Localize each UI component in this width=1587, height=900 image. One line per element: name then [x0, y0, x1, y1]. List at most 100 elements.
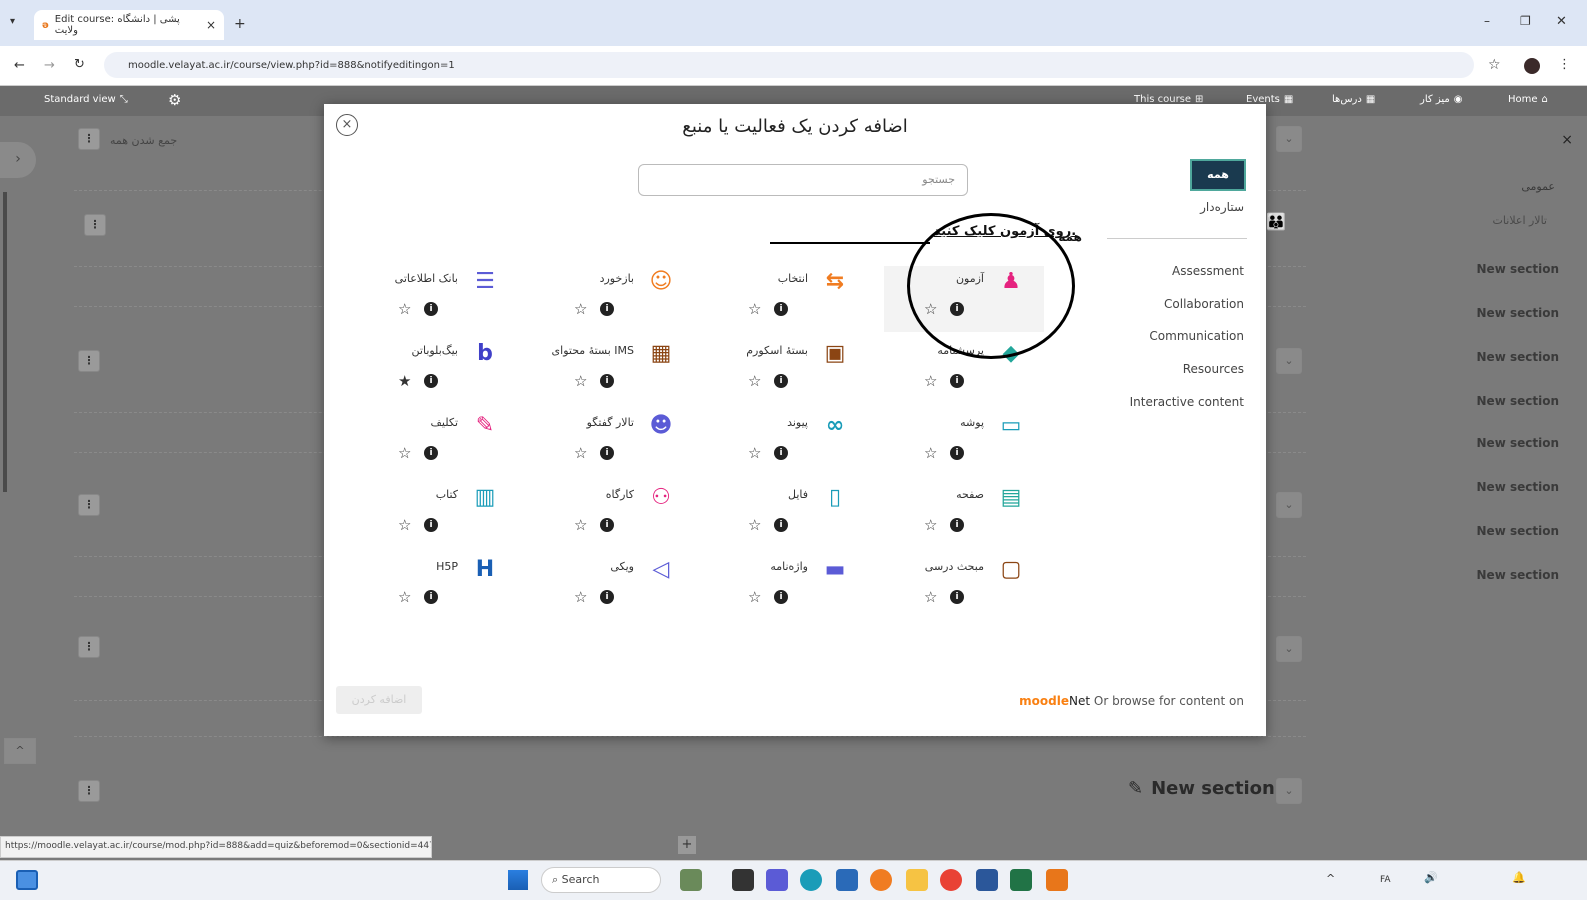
- info-icon[interactable]: i: [950, 518, 964, 532]
- drawer-section-4[interactable]: New section: [1477, 394, 1559, 408]
- section-menu[interactable]: ⋮: [84, 214, 106, 236]
- word-icon[interactable]: [976, 869, 998, 891]
- star-icon[interactable]: ☆: [574, 588, 587, 606]
- moodlenet-link[interactable]: moodleNet Or browse for content on: [1019, 694, 1244, 708]
- star-icon[interactable]: ☆: [398, 300, 411, 318]
- minimize-icon[interactable]: –: [1484, 14, 1490, 28]
- activity-item[interactable]: واژه‌نامه ▬ ☆ i: [708, 554, 868, 620]
- chrome-icon[interactable]: [940, 869, 962, 891]
- activity-item[interactable]: ویکی ◁ ☆ i: [534, 554, 694, 620]
- browser-menu-icon[interactable]: ⋮: [1558, 57, 1571, 72]
- drawer-section-7[interactable]: New section: [1477, 524, 1559, 538]
- drawer-general[interactable]: عمومی: [1521, 180, 1555, 193]
- activity-item[interactable]: کارگاه ⚇ ☆ i: [534, 482, 694, 548]
- info-icon[interactable]: i: [424, 302, 438, 316]
- section-menu[interactable]: ⋮: [78, 350, 100, 372]
- my-courses-link[interactable]: درس‌ها ▦: [1332, 94, 1375, 105]
- tab-starred[interactable]: ستاره‌دار: [1024, 200, 1244, 214]
- section-chevron-icon[interactable]: ⌄: [1276, 492, 1302, 518]
- taskbar-search-input[interactable]: ⌕ Search: [541, 867, 661, 893]
- section-menu[interactable]: ⋮: [78, 494, 100, 516]
- collapse-all-menu[interactable]: ⋮: [78, 128, 100, 150]
- left-scroll-track[interactable]: [3, 192, 7, 492]
- activity-item[interactable]: بازخورد ☺ ☆ i: [534, 266, 694, 332]
- activity-item[interactable]: بستهٔ محتوای IMS ▦ ☆ i: [534, 338, 694, 404]
- taskbar-app-icon[interactable]: [1046, 869, 1068, 891]
- star-icon[interactable]: ☆: [574, 516, 587, 534]
- activity-item[interactable]: تالار گفتگو ☻ ☆ i: [534, 410, 694, 476]
- collapse-all-link[interactable]: جمع شدن همه: [110, 134, 177, 147]
- taskbar-app-icon[interactable]: [732, 869, 754, 891]
- drawer-section-8[interactable]: New section: [1477, 568, 1559, 582]
- activity-item[interactable]: بیگ‌بلوباتن b ★ i: [358, 338, 518, 404]
- new-tab-button[interactable]: +: [234, 16, 246, 32]
- drawer-close-icon[interactable]: ×: [1561, 132, 1573, 148]
- drawer-section-1[interactable]: New section: [1477, 262, 1559, 276]
- taskbar-app-icon[interactable]: [836, 869, 858, 891]
- star-icon[interactable]: ☆: [748, 300, 761, 318]
- add-button[interactable]: اضافه کردن: [336, 686, 422, 714]
- drawer-announcements[interactable]: تالار اعلانات: [1493, 214, 1547, 227]
- star-icon[interactable]: ☆: [924, 588, 937, 606]
- volume-icon[interactable]: 🔊: [1424, 871, 1438, 884]
- info-icon[interactable]: i: [600, 302, 614, 316]
- star-icon[interactable]: ★: [398, 372, 411, 390]
- activity-item[interactable]: H5P H ☆ i: [358, 554, 518, 620]
- activity-item[interactable]: تکلیف ✎ ☆ i: [358, 410, 518, 476]
- section-chevron-icon[interactable]: ⌄: [1276, 126, 1302, 152]
- activity-item[interactable]: پیوند ∞ ☆ i: [708, 410, 868, 476]
- info-icon[interactable]: i: [424, 518, 438, 532]
- activity-search-input[interactable]: جستجو: [638, 164, 968, 196]
- info-icon[interactable]: i: [774, 302, 788, 316]
- activity-item[interactable]: صفحه ▤ ☆ i: [884, 482, 1044, 548]
- section-menu[interactable]: ⋮: [78, 780, 100, 802]
- widgets-icon[interactable]: [16, 870, 38, 890]
- star-icon[interactable]: ☆: [748, 372, 761, 390]
- activity-item[interactable]: مبحث درسی ▢ ☆ i: [884, 554, 1044, 620]
- back-icon[interactable]: ←: [14, 58, 25, 73]
- info-icon[interactable]: i: [424, 590, 438, 604]
- activity-item[interactable]: فایل ▯ ☆ i: [708, 482, 868, 548]
- section-menu[interactable]: ⋮: [78, 636, 100, 658]
- info-icon[interactable]: i: [600, 446, 614, 460]
- activity-item[interactable]: انتخاب ⇆ ☆ i: [708, 266, 868, 332]
- edit-pencil-icon[interactable]: ✎: [1128, 778, 1143, 799]
- star-icon[interactable]: ☆: [574, 444, 587, 462]
- info-icon[interactable]: i: [600, 374, 614, 388]
- star-icon[interactable]: ☆: [748, 588, 761, 606]
- star-icon[interactable]: ☆: [924, 372, 937, 390]
- info-icon[interactable]: i: [950, 374, 964, 388]
- tab-all[interactable]: همه: [1190, 159, 1246, 191]
- firefox-icon[interactable]: [870, 869, 892, 891]
- drawer-section-2[interactable]: New section: [1477, 306, 1559, 320]
- add-section-plus-icon[interactable]: +: [678, 836, 696, 854]
- info-icon[interactable]: i: [774, 590, 788, 604]
- info-icon[interactable]: i: [424, 374, 438, 388]
- big-section-heading[interactable]: ✎ New section: [1128, 778, 1275, 799]
- activity-item[interactable]: بانک اطلاعاتی ☰ ☆ i: [358, 266, 518, 332]
- drawer-section-5[interactable]: New section: [1477, 436, 1559, 450]
- info-icon[interactable]: i: [424, 446, 438, 460]
- tab-close-icon[interactable]: ×: [206, 18, 216, 32]
- star-icon[interactable]: ☆: [924, 516, 937, 534]
- tab-list-chevron-icon[interactable]: ▾: [10, 16, 15, 27]
- star-icon[interactable]: ☆: [748, 444, 761, 462]
- browser-tab[interactable]: ə Edit course: پشی | دانشگاه ولایت ×: [34, 10, 224, 40]
- tray-chevron-icon[interactable]: ^: [1326, 872, 1335, 885]
- dashboard-link[interactable]: میز کار ◉: [1420, 94, 1462, 105]
- info-icon[interactable]: i: [774, 374, 788, 388]
- info-icon[interactable]: i: [950, 590, 964, 604]
- drawer-section-3[interactable]: New section: [1477, 350, 1559, 364]
- activity-item[interactable]: پوشه ▭ ☆ i: [884, 410, 1044, 476]
- windows-start-icon[interactable]: [508, 870, 528, 890]
- language-indicator[interactable]: FA: [1380, 875, 1391, 885]
- star-icon[interactable]: ☆: [924, 444, 937, 462]
- activity-item[interactable]: بستهٔ اسکورم ▣ ☆ i: [708, 338, 868, 404]
- profile-avatar[interactable]: [1524, 58, 1540, 74]
- forward-icon[interactable]: →: [44, 58, 55, 73]
- settings-gear-icon[interactable]: ⚙: [168, 91, 181, 109]
- info-icon[interactable]: i: [950, 446, 964, 460]
- restore-icon[interactable]: ❐: [1520, 14, 1531, 28]
- section-chevron-icon[interactable]: ⌄: [1276, 636, 1302, 662]
- tab-interactive-content[interactable]: Interactive content: [1024, 395, 1244, 409]
